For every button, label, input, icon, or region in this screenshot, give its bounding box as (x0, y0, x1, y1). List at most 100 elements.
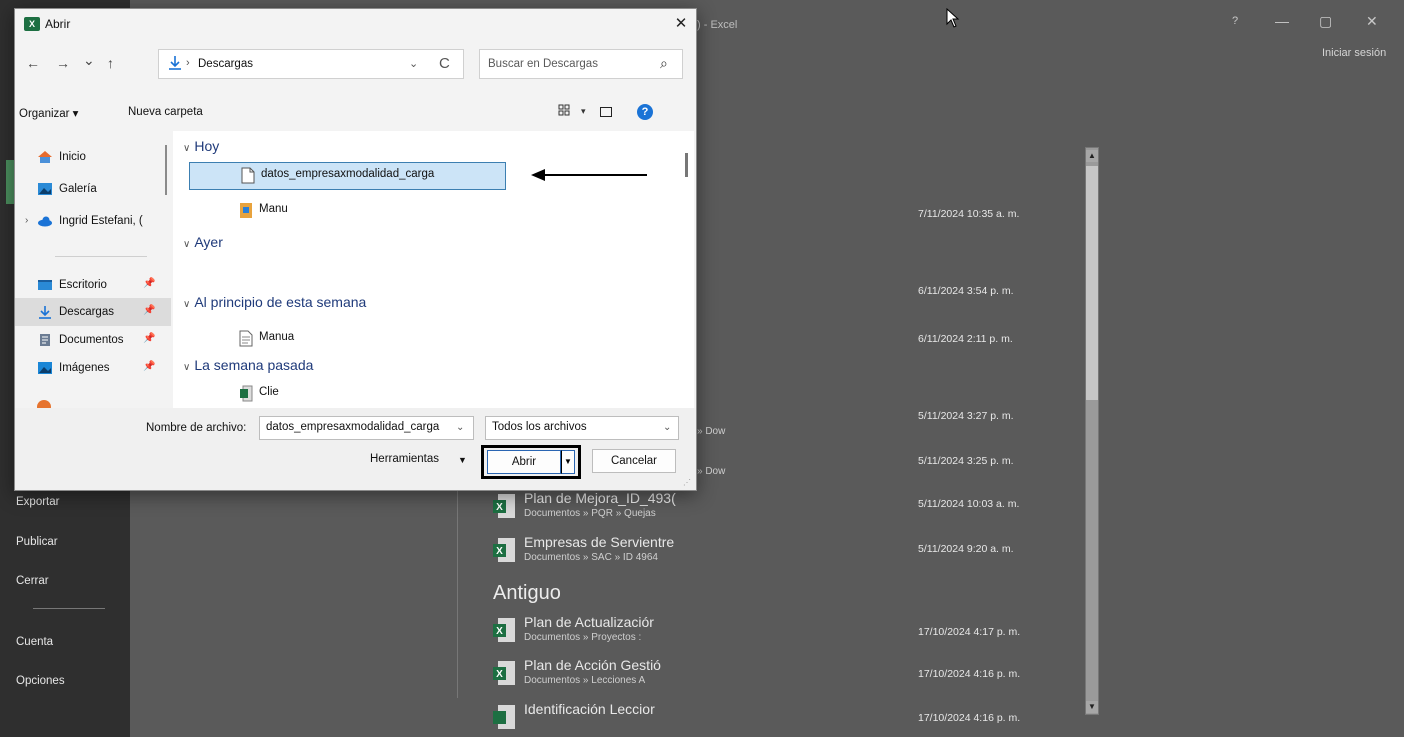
scroll-down-icon[interactable]: ▼ (1086, 701, 1098, 713)
preview-pane-icon[interactable] (600, 107, 612, 117)
scroll-up-icon[interactable]: ▲ (1086, 150, 1098, 162)
search-input[interactable]: Buscar en Descargas (488, 58, 598, 70)
sidebar-item-publicar[interactable]: Publicar (16, 536, 58, 548)
excel-file-icon: X (493, 661, 515, 685)
open-button[interactable]: Abrir (487, 450, 561, 474)
recent-locations-button[interactable]: ⌄ (83, 52, 95, 69)
sidebar-item-cerrar[interactable]: Cerrar (16, 575, 49, 587)
resize-grip-icon[interactable]: ⋰ (683, 478, 691, 487)
recent-date: 17/10/2024 4:16 p. m. (918, 712, 1021, 724)
group-chevron-icon: ∨ (183, 143, 191, 154)
group-header-hoy[interactable]: ∨ Hoy (183, 138, 219, 154)
recent-date: 6/11/2024 3:54 p. m. (918, 285, 1014, 297)
tools-button[interactable]: Herramientas (370, 453, 439, 465)
pin-icon[interactable]: 📌 (143, 305, 155, 316)
recent-date: 17/10/2024 4:17 p. m. (918, 626, 1021, 638)
address-dropdown-icon[interactable]: ⌄ (409, 57, 418, 70)
open-file-dialog: X Abrir ✕ ← → ⌄ ↑ › Descargas ⌄ C Buscar… (14, 8, 697, 491)
dialog-footer: Nombre de archivo: datos_empresaxmodalid… (15, 408, 696, 490)
file-name: datos_empresaxmodalidad_carga (261, 168, 435, 180)
minimize-button[interactable]: — (1275, 13, 1289, 29)
annotation-arrow-icon (531, 169, 647, 181)
recent-file-name: Plan de Acción Gestió (524, 657, 661, 673)
nav-item-documentos[interactable]: Documentos 📌 (37, 328, 167, 354)
nav-label: Ingrid Estefani, ( (59, 215, 143, 227)
sidebar-item-cuenta[interactable]: Cuenta (16, 636, 53, 648)
onedrive-icon (38, 216, 52, 227)
mouse-cursor-icon (946, 8, 960, 28)
svg-text:X: X (496, 669, 503, 680)
recent-date: 5/11/2024 10:03 a. m. (918, 498, 1020, 510)
recent-file-path: Documentos » Proyectos : (524, 632, 642, 643)
recent-file-path: Documentos » PQR » Quejas (524, 508, 656, 519)
svg-text:X: X (496, 626, 503, 637)
refresh-icon[interactable]: C (439, 55, 450, 72)
pin-icon[interactable]: 📌 (143, 361, 155, 372)
nav-item-galeria[interactable]: Galería (37, 177, 167, 203)
address-bar[interactable]: › Descargas ⌄ C (158, 49, 464, 79)
nav-item-onedrive[interactable]: Ingrid Estefani, ( (37, 209, 167, 235)
close-icon[interactable]: ✕ (670, 13, 692, 35)
group-chevron-icon: ∨ (183, 299, 191, 310)
file-list-scrollbar[interactable] (685, 153, 688, 177)
search-icon[interactable]: ⌕ (660, 55, 668, 72)
svg-text:X: X (496, 502, 503, 513)
nav-item-imagenes[interactable]: Imágenes 📌 (37, 356, 167, 382)
sidebar-item-opciones[interactable]: Opciones (16, 675, 65, 687)
forward-button[interactable]: → (56, 55, 70, 71)
filetype-dropdown-icon[interactable]: ⌄ (663, 422, 671, 433)
help-icon[interactable]: ? (637, 104, 653, 120)
nav-label: Documentos (59, 334, 124, 346)
help-button[interactable]: ? (1232, 15, 1238, 27)
nav-label: Imágenes (59, 362, 110, 374)
close-window-button[interactable]: ✕ (1366, 13, 1378, 30)
sidebar-divider (33, 608, 105, 609)
pin-icon[interactable]: 📌 (143, 333, 155, 344)
group-chevron-icon: ∨ (183, 239, 191, 250)
search-box[interactable]: Buscar en Descargas ⌕ (479, 49, 683, 79)
file-name: Manua (259, 331, 295, 343)
nav-label: Inicio (59, 151, 86, 163)
recent-date: 7/11/2024 10:35 a. m. (918, 208, 1020, 220)
filetype-select[interactable]: Todos los archivos (485, 416, 679, 440)
up-button[interactable]: ↑ (107, 55, 114, 71)
filename-dropdown-icon[interactable]: ⌄ (456, 422, 464, 433)
group-header-principio-semana[interactable]: ∨ Al principio de esta semana (183, 294, 366, 310)
section-heading-antiguo: Antiguo (493, 582, 561, 604)
sign-in-link[interactable]: Iniciar sesión (1322, 47, 1386, 59)
group-header-semana-pasada[interactable]: ∨ La semana pasada (183, 357, 313, 373)
desktop-icon (38, 280, 52, 290)
nav-item-escritorio[interactable]: Escritorio 📌 (37, 273, 167, 299)
excel-file-icon (240, 385, 253, 402)
excel-file-icon: X (493, 538, 515, 562)
expand-chevron-icon[interactable]: › (25, 215, 28, 226)
nav-divider (55, 256, 147, 257)
sidebar-item-exportar[interactable]: Exportar (16, 496, 59, 508)
group-chevron-icon: ∨ (183, 362, 191, 373)
breadcrumb-descargas[interactable]: Descargas (198, 58, 253, 70)
restore-button[interactable]: ▢ (1319, 13, 1332, 30)
organize-button[interactable]: Organizar ▾ (19, 106, 78, 120)
pdf-file-icon (240, 203, 252, 218)
scrollbar-thumb[interactable] (1086, 166, 1098, 400)
view-options-icon[interactable] (558, 104, 570, 116)
new-folder-button[interactable]: Nueva carpeta (128, 106, 203, 118)
view-dropdown-icon[interactable]: ▾ (581, 106, 586, 117)
nav-item-inicio[interactable]: Inicio (37, 145, 167, 171)
cancel-button[interactable]: Cancelar (592, 449, 676, 473)
excel-file-icon: X (493, 494, 515, 518)
downloads-icon (39, 306, 51, 319)
dialog-titlebar: X Abrir ✕ (15, 9, 696, 39)
download-icon (169, 56, 181, 70)
file-list: ∨ Hoy datos_empresaxmodalidad_carga Manu … (173, 131, 694, 408)
back-button[interactable]: ← (26, 55, 40, 71)
pin-icon[interactable]: 📌 (143, 278, 155, 289)
excel-file-icon: X (493, 618, 515, 642)
recent-file-name: Plan de Actualizaciór (524, 614, 654, 630)
open-options-dropdown-icon[interactable]: ▼ (561, 450, 575, 474)
tools-dropdown-icon[interactable]: ▼ (458, 455, 467, 465)
excel-app-icon: X (24, 17, 40, 31)
filename-input[interactable]: datos_empresaxmodalidad_carga (259, 416, 474, 440)
group-header-ayer[interactable]: ∨ Ayer (183, 234, 223, 250)
nav-item-descargas[interactable]: Descargas 📌 (37, 300, 167, 326)
